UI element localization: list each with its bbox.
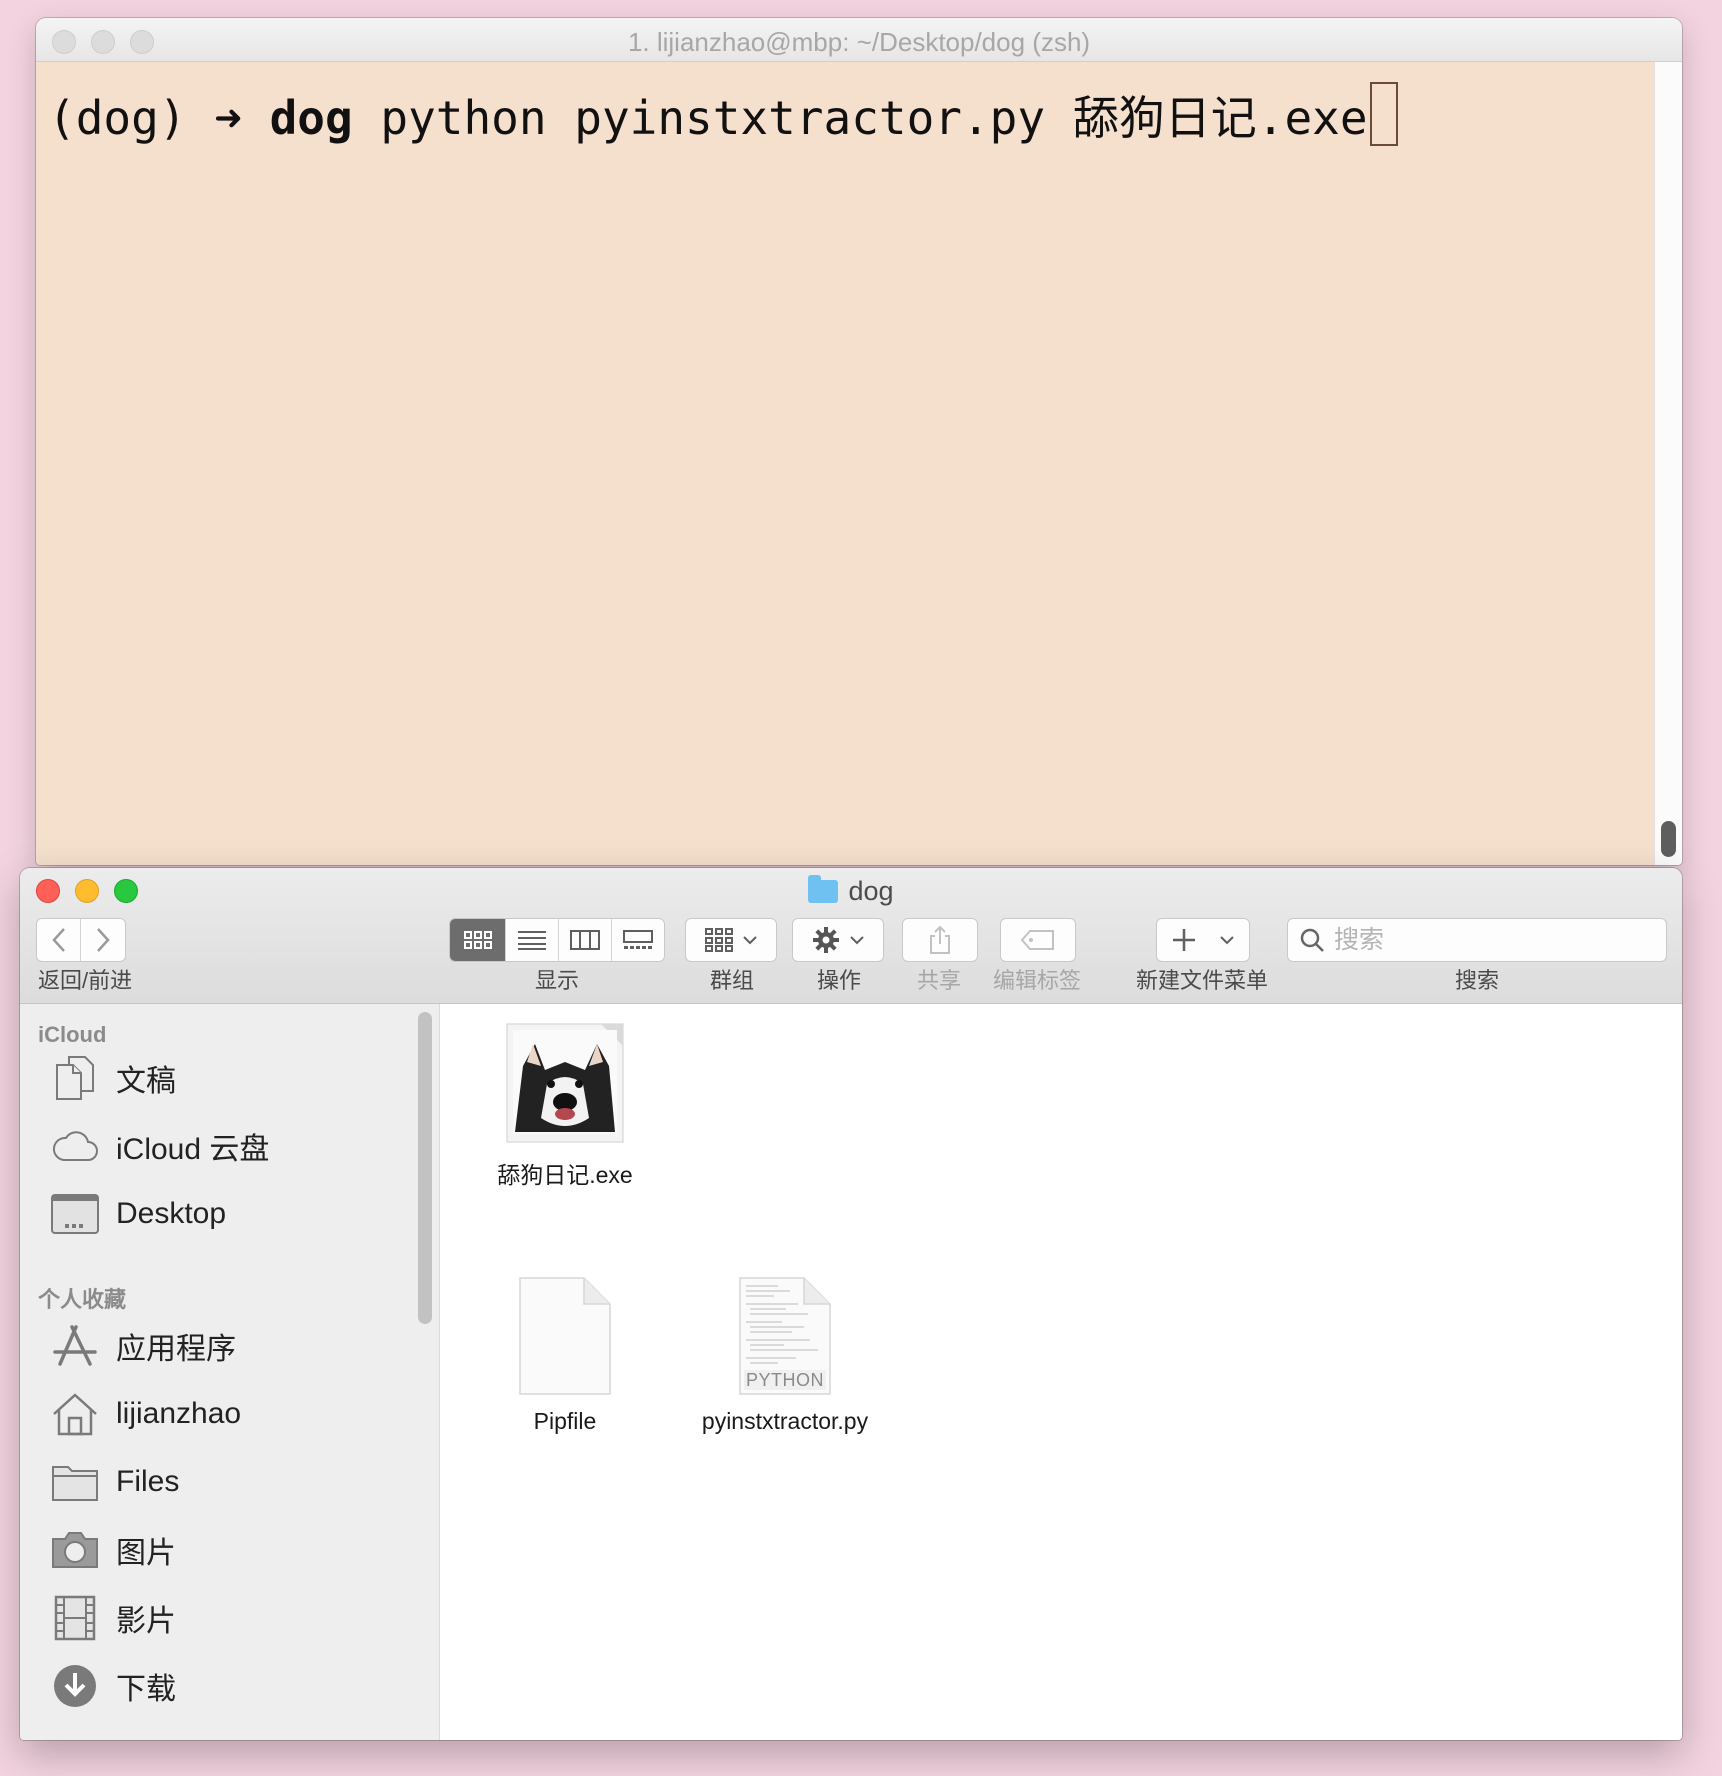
terminal-title: 1. lijianzhao@mbp: ~/Desktop/dog (zsh) — [627, 27, 1091, 57]
back-forward-control — [36, 918, 126, 962]
edit-tags-button[interactable] — [1000, 918, 1076, 962]
grid-icon — [463, 931, 492, 949]
tag-icon — [1021, 930, 1054, 950]
forward-button[interactable] — [81, 919, 125, 961]
columns-icon — [569, 930, 600, 950]
file-item[interactable]: PYTHON pyinstxtractor.py — [685, 1276, 885, 1435]
chevron-down-icon — [850, 936, 864, 945]
sidebar-item-desktop[interactable]: Desktop — [50, 1184, 410, 1244]
file-name: 舔狗日记.exe — [497, 1162, 633, 1188]
sidebar-item-label: Files — [116, 1465, 180, 1498]
group-grid-icon — [705, 928, 733, 952]
download-icon — [50, 1661, 100, 1711]
group-button[interactable] — [685, 918, 777, 962]
terminal-scroll-thumb[interactable] — [1661, 821, 1676, 857]
sidebar-item-label: Desktop — [116, 1197, 227, 1230]
finder-toolbar: dog 返回/前进 显示 群组 操作 共享 编辑标签 新建文件菜单 搜索 搜索 — [20, 868, 1682, 1004]
home-icon — [50, 1389, 100, 1439]
sidebar-item-applications[interactable]: 应用程序 — [50, 1316, 410, 1376]
search-input[interactable] — [1334, 925, 1654, 955]
file-name: pyinstxtractor.py — [701, 1408, 869, 1434]
terminal-command: python pyinstxtractor.py 舔狗日记.exe — [380, 91, 1368, 145]
list-view-button[interactable] — [506, 919, 559, 961]
terminal-scrollbar[interactable] — [1654, 62, 1682, 865]
share-icon — [930, 925, 950, 954]
group-label: 群组 — [710, 968, 755, 993]
new-file-menu-button[interactable] — [1156, 918, 1250, 962]
view-mode-control — [449, 918, 665, 962]
sidebar-item-label: 下载 — [116, 1673, 176, 1706]
terminal-prompt-line[interactable]: (dog) ➜ dog python pyinstxtractor.py 舔狗日… — [36, 62, 1654, 865]
search-icon — [1300, 928, 1324, 952]
view-label: 显示 — [535, 968, 580, 993]
sidebar-item-label: 影片 — [116, 1605, 176, 1638]
share-label: 共享 — [917, 968, 962, 993]
sidebar-item-icloud-drive[interactable]: iCloud 云盘 — [50, 1116, 410, 1176]
sidebar-item-documents[interactable]: 文稿 — [50, 1048, 410, 1108]
search-field[interactable] — [1287, 918, 1667, 962]
file-name: Pipfile — [533, 1408, 597, 1434]
sidebar-item-label: 文稿 — [116, 1065, 176, 1098]
folder-icon — [808, 875, 839, 903]
finder-window: dog 返回/前进 显示 群组 操作 共享 编辑标签 新建文件菜单 搜索 搜索 … — [20, 868, 1682, 1740]
gallery-view-button[interactable] — [612, 919, 665, 961]
finder-sidebar: iCloud 文稿 iCloud 云盘 Desktop 个人收藏 应用程序 li… — [20, 1004, 440, 1740]
prompt-arrow: ➜ — [214, 91, 242, 145]
husky-thumbnail-icon — [506, 1023, 624, 1143]
action-button[interactable] — [792, 918, 884, 962]
python-badge: PYTHON — [745, 1370, 824, 1390]
terminal-titlebar: 1. lijianzhao@mbp: ~/Desktop/dog (zsh) — [36, 18, 1682, 62]
folder-icon — [50, 1457, 100, 1507]
applications-icon — [50, 1321, 100, 1371]
prompt-dir: dog — [269, 91, 353, 145]
sidebar-item-downloads[interactable]: 下载 — [50, 1656, 410, 1716]
cloud-icon — [50, 1121, 100, 1171]
chevron-down-icon — [743, 936, 757, 945]
column-view-button[interactable] — [559, 919, 612, 961]
file-browser-area[interactable]: 舔狗日记.exe Pipfile PYTHON pyinstxtractor.p… — [441, 1004, 1682, 1740]
terminal-window: 1. lijianzhao@mbp: ~/Desktop/dog (zsh) (… — [36, 18, 1682, 865]
film-icon — [50, 1593, 100, 1643]
sidebar-item-label: lijianzhao — [116, 1397, 242, 1430]
chevron-right-icon — [97, 928, 110, 952]
finder-title: dog — [20, 875, 1682, 907]
action-label: 操作 — [817, 968, 862, 993]
terminal-cursor — [1369, 82, 1398, 146]
blank-document-icon — [519, 1277, 611, 1395]
share-button[interactable] — [902, 918, 978, 962]
sidebar-section-favorites: 个人收藏 — [38, 1287, 127, 1312]
sidebar-item-movies[interactable]: 影片 — [50, 1588, 410, 1648]
plus-icon — [1173, 929, 1195, 951]
tags-label: 编辑标签 — [993, 968, 1082, 993]
chevron-down-icon — [1220, 936, 1234, 945]
sidebar-scrollbar[interactable] — [418, 1012, 432, 1324]
documents-icon — [50, 1053, 100, 1103]
camera-icon — [50, 1525, 100, 1575]
sidebar-item-home[interactable]: lijianzhao — [50, 1384, 410, 1444]
prompt-env: (dog) — [48, 91, 187, 145]
search-label: 搜索 — [1455, 968, 1500, 993]
file-item[interactable]: Pipfile — [485, 1276, 645, 1435]
chevron-left-icon — [51, 928, 65, 952]
gear-icon — [813, 927, 839, 953]
sidebar-section-icloud: iCloud — [38, 1022, 107, 1047]
finder-title-text: dog — [848, 876, 894, 906]
icon-view-button[interactable] — [450, 919, 507, 961]
list-icon — [518, 931, 547, 950]
sidebar-item-files[interactable]: Files — [50, 1452, 410, 1512]
new-menu-label: 新建文件菜单 — [1136, 968, 1269, 993]
sidebar-item-label: 图片 — [116, 1537, 176, 1570]
back-button[interactable] — [37, 919, 82, 961]
desktop-icon — [50, 1189, 100, 1239]
file-item[interactable]: 舔狗日记.exe — [485, 1022, 645, 1190]
sidebar-item-pictures[interactable]: 图片 — [50, 1520, 410, 1580]
sidebar-item-label: iCloud 云盘 — [116, 1133, 270, 1166]
nav-label: 返回/前进 — [38, 968, 133, 993]
gallery-icon — [622, 930, 653, 949]
sidebar-item-label: 应用程序 — [116, 1333, 236, 1366]
